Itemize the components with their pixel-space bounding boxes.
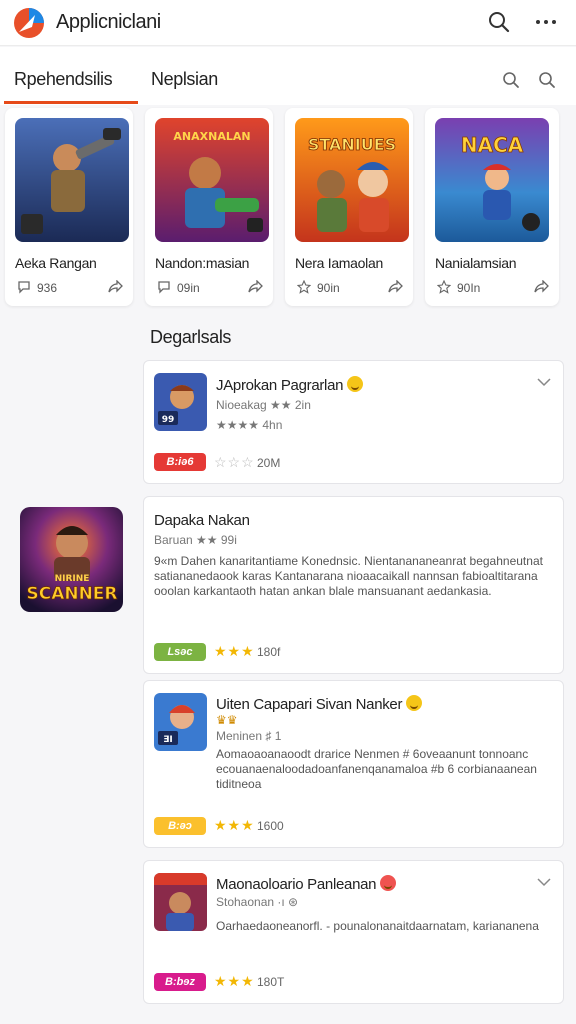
active-tab-indicator [4,101,138,104]
download-count: 20M [257,456,281,470]
game-cover-image: ANAXNALAN [155,118,269,242]
smiley-icon [380,875,397,891]
cover-title-text: SCANNER [26,584,117,604]
game-cover-image [15,118,129,242]
star-outline-icon [437,280,451,294]
download-count: 180T [257,975,285,989]
cover-title-text: ANAXNALAN [173,130,250,143]
cover-title-text: NACA [461,133,524,157]
game-subtitle: Nioeakag ★★ 2in [216,398,311,412]
game-subtitle: ♛♛ [216,713,238,727]
svg-text:99: 99 [162,415,175,425]
section-title: Degarlsals [150,327,232,347]
share-icon[interactable] [533,280,549,294]
game-subtitle: Stohaonan ·ı ⊛ [216,895,299,909]
game-name: Maonaoloario Panleanan [216,875,397,893]
game-card[interactable]: Aeka Rangan 936 [5,108,133,306]
list-item[interactable]: ƎI Uiten Capapari Sivan Nanker ♛♛ Menine… [143,680,564,848]
comment-icon [158,281,170,294]
game-cover-image: STANIUES [295,118,409,242]
game-card[interactable]: ANAXNALAN Nandon:masian 09in [145,108,273,306]
share-icon[interactable] [247,280,263,294]
game-name: JAprokan Pagrarlan [216,376,364,394]
cover-title-text: STANIUES [308,135,396,154]
comment-count: 936 [37,281,58,295]
category-badge: B:iǝ6 [154,453,206,471]
featured-game-image[interactable]: NIRINE SCANNER [20,507,123,612]
tab-bar: Rpehendsilis Neplsian [0,47,576,105]
game-description: Aomaoaoanaoodt drarice Nenmen # 6oveaanu… [216,747,537,791]
download-count: 1600 [257,819,284,833]
category-badge: B:ǝɔ [154,817,206,835]
app-logo-icon [14,8,44,38]
search-icon[interactable] [502,71,520,89]
game-title: Nera Iamaolan [295,255,383,271]
game-title: Nanialamsian [435,255,517,271]
category-badge: B:bɘz [154,973,206,991]
game-name: Dapaka Nakan [154,512,250,529]
search-icon[interactable] [538,71,556,89]
game-name: Uiten Capapari Sivan Nanker [216,695,423,713]
game-subtitle: Baruan ★★ 99i [154,533,237,547]
game-subtitle: ★★★★ 4hn [216,418,283,432]
game-card[interactable]: NACA Nanialamsian 90In [425,108,559,306]
download-count: 180f [257,645,281,659]
smiley-icon [347,376,364,392]
game-cover-image: NACA [435,118,549,242]
list-item[interactable]: 99 JAprokan Pagrarlan Nioeakag ★★ 2in ★★… [143,360,564,484]
game-description: Oarhaedaoneanorfl. - pounalonanaitdaarna… [216,919,539,933]
share-icon[interactable] [387,280,403,294]
tab-recommended[interactable]: Rpehendsilis [14,69,113,90]
app-bar: Applicniclani [0,0,576,46]
game-thumbnail: ƎI [154,693,207,751]
tab-popular[interactable]: Neplsian [151,69,218,90]
rating-count: 90in [317,281,340,295]
rating-count: 90In [457,281,481,295]
comment-icon [18,281,30,294]
rating-stars: ★★★ [214,643,255,659]
game-thumbnail [154,873,207,931]
star-outline-icon [297,280,311,294]
category-badge: Lsǝc [154,643,206,661]
rating-stars: ☆☆☆ [214,454,255,470]
search-icon[interactable] [488,11,510,33]
share-icon[interactable] [107,280,123,294]
game-title: Nandon:masian [155,255,250,271]
comment-count: 09in [177,281,200,295]
smiley-icon [406,695,423,711]
list-item[interactable]: Dapaka Nakan Baruan ★★ 99i 9«m Dahen kan… [143,496,564,674]
game-card[interactable]: STANIUES Nera Iamaolan 90in [285,108,413,306]
chevron-down-icon[interactable] [537,877,551,887]
cover-subtitle-text: NIRINE [55,574,90,584]
game-thumbnail: 99 [154,373,207,431]
list-item[interactable]: Maonaoloario Panleanan Stohaonan ·ı ⊛ Oa… [143,860,564,1004]
more-options-icon[interactable] [534,11,558,33]
rating-stars: ★★★ [214,817,255,833]
game-subtitle: Meninen ♯ 1 [216,729,282,743]
app-title: Applicniclani [56,11,161,33]
chevron-down-icon[interactable] [537,377,551,387]
game-description: 9«m Dahen kanaritantiame Konednsic. Nien… [154,554,543,598]
rating-stars: ★★★ [214,973,255,989]
svg-text:ƎI: ƎI [163,735,173,745]
game-title: Aeka Rangan [15,255,97,271]
